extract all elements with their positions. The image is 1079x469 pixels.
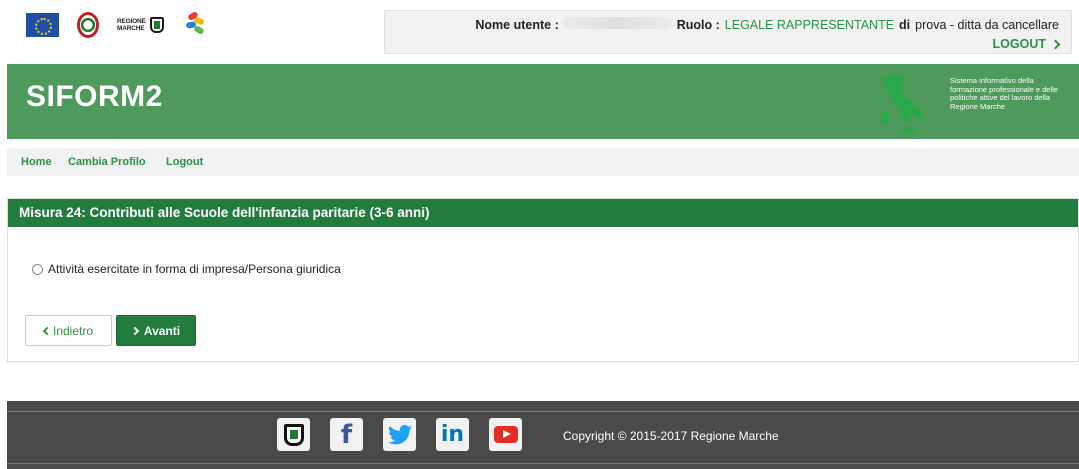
username-value <box>563 17 672 29</box>
nav-logout-link[interactable]: Logout <box>166 156 203 168</box>
nav-change-profile-link[interactable]: Cambia Profilo <box>68 156 146 168</box>
italy-map-icon <box>881 74 923 134</box>
fse-logo <box>182 10 208 39</box>
copyright-text: Copyright © 2015-2017 Regione Marche <box>563 429 779 443</box>
chevron-right-icon <box>1050 39 1061 49</box>
site-header: SIFORM2 Sistema informativo della formaz… <box>7 64 1079 139</box>
italian-republic-emblem-logo <box>77 12 99 38</box>
top-bar: REGIONE MARCHE Nome utente : Ruolo : LEG… <box>0 0 1079 62</box>
user-info-line: Nome utente : Ruolo : LEGALE RAPPRESENTA… <box>475 17 1059 32</box>
regione-marche-logo: REGIONE MARCHE <box>117 17 164 33</box>
logout-link-top[interactable]: LOGOUT <box>992 37 1061 51</box>
chevron-left-icon <box>42 326 52 335</box>
back-button[interactable]: Indietro <box>25 315 112 346</box>
next-button[interactable]: Avanti <box>116 315 196 346</box>
user-info-box: Nome utente : Ruolo : LEGALE RAPPRESENTA… <box>384 10 1072 54</box>
logout-link-label: LOGOUT <box>992 37 1046 51</box>
regione-shield-icon <box>149 17 164 33</box>
activity-option-label: Attività esercitate in forma di impresa/… <box>48 262 341 276</box>
regione-logo-line1: REGIONE <box>117 18 146 25</box>
site-description: Sistema informativo della formazione pro… <box>950 76 1058 111</box>
footer-divider-bottom <box>7 463 1079 464</box>
back-button-label: Indietro <box>52 323 94 338</box>
twitter-icon[interactable] <box>383 418 416 451</box>
nav-home-link[interactable]: Home <box>21 156 52 168</box>
top-nav: Home Cambia Profilo Logout <box>7 148 1079 176</box>
panel-title: Misura 24: Contributi alle Scuole dell'i… <box>8 199 1078 227</box>
activity-radio[interactable] <box>32 263 43 275</box>
regione-marche-icon[interactable] <box>277 418 310 451</box>
chevron-right-icon <box>130 326 140 335</box>
next-button-label: Avanti <box>143 323 181 338</box>
facebook-icon[interactable]: f <box>330 418 363 451</box>
role-of-label: di <box>899 18 911 32</box>
youtube-icon[interactable] <box>489 418 522 451</box>
linkedin-icon[interactable]: in <box>436 418 469 451</box>
activity-option[interactable]: Attività esercitate in forma di impresa/… <box>32 262 341 276</box>
measure-panel: Misura 24: Contributi alle Scuole dell'i… <box>7 198 1079 362</box>
footer-divider <box>7 411 1079 412</box>
role-label: Ruolo : <box>676 18 720 32</box>
role-value: LEGALE RAPPRESENTANTE <box>724 18 895 32</box>
company-name: prova - ditta da cancellare <box>915 18 1059 32</box>
username-label: Nome utente : <box>475 18 559 32</box>
regione-logo-line2: MARCHE <box>117 25 145 32</box>
site-footer: f in Copyright © 2015-2017 Regione March… <box>7 401 1079 469</box>
eu-flag-logo <box>26 13 59 37</box>
site-title: SIFORM2 <box>26 80 163 113</box>
institutional-logos: REGIONE MARCHE <box>26 10 208 40</box>
